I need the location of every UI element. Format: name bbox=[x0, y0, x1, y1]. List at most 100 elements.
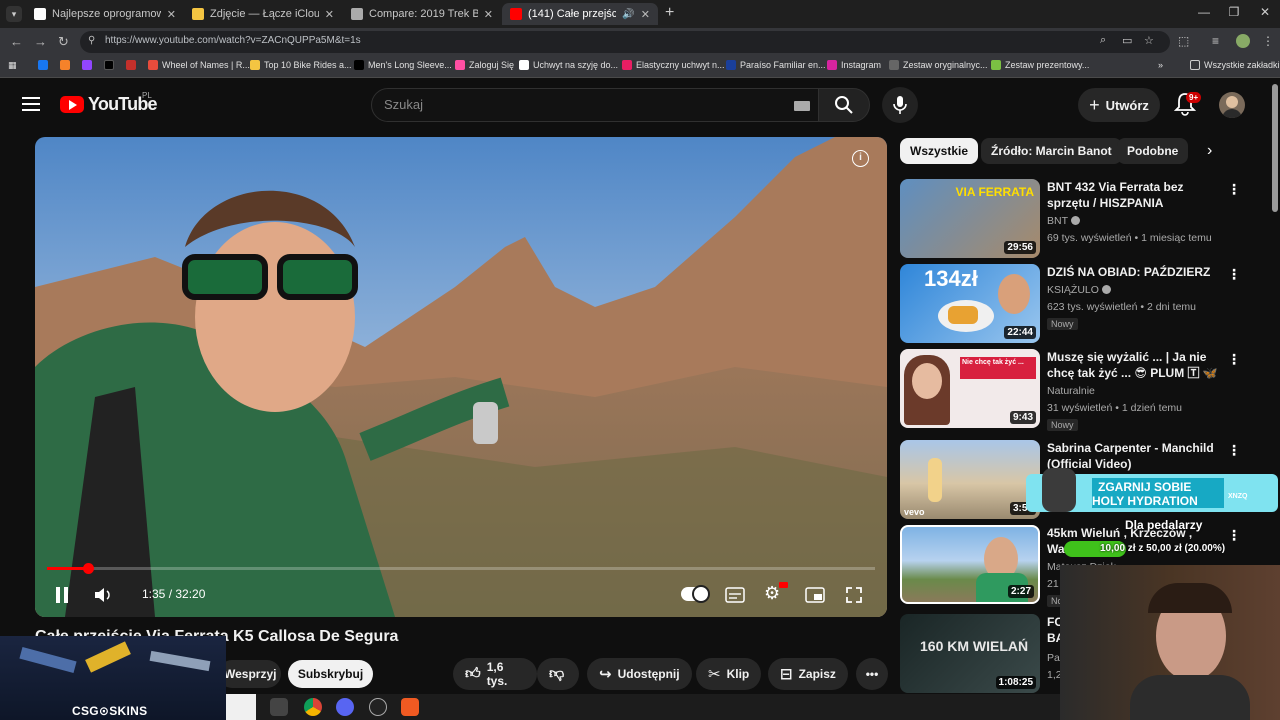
miniplayer-icon[interactable] bbox=[805, 587, 825, 603]
video-thumbnail[interactable]: 160 KM WIELAŃ 1:08:25 bbox=[900, 614, 1040, 693]
subtitles-icon[interactable] bbox=[725, 587, 745, 603]
bookmark-x-icon[interactable] bbox=[104, 60, 114, 70]
close-window-button[interactable]: ✕ bbox=[1253, 5, 1277, 19]
video-thumbnail[interactable]: Nie chcę tak żyć ... 9:43 bbox=[900, 349, 1040, 428]
more-vertical-icon[interactable]: ⋮ bbox=[1227, 351, 1241, 368]
video-thumbnail[interactable]: vevo 3:57 bbox=[900, 440, 1040, 519]
settings-gear-icon[interactable]: ⚙ bbox=[764, 583, 780, 604]
info-icon[interactable]: i bbox=[852, 150, 869, 167]
video-thumbnail[interactable]: 2:27 bbox=[900, 525, 1040, 604]
more-vertical-icon[interactable]: ⋮ bbox=[1227, 266, 1241, 283]
recommendation-item[interactable]: 134zł 22:44 DZIŚ NA OBIAD: PAŹDZIERZ KSI… bbox=[900, 264, 1245, 344]
browser-tab[interactable]: Compare: 2019 Trek Bikes Dom ✕ bbox=[343, 3, 501, 25]
recommendation-item[interactable]: Nie chcę tak żyć ... 9:43 Muszę się wyża… bbox=[900, 349, 1245, 431]
account-avatar[interactable] bbox=[1219, 92, 1245, 118]
tab-search-icon[interactable]: ▾ bbox=[6, 6, 22, 22]
chip-source[interactable]: Źródło: Marcin Banot bbox=[981, 138, 1122, 164]
bookmark-item[interactable]: Top 10 Bike Rides a... bbox=[250, 60, 352, 70]
bookmark-twitch-icon[interactable] bbox=[82, 60, 92, 70]
taskbar-app-icon[interactable] bbox=[401, 698, 419, 716]
chip-related[interactable]: Podobne bbox=[1117, 138, 1189, 164]
bookmark-item[interactable]: Zestaw prezentowy... bbox=[991, 60, 1089, 70]
voice-search-button[interactable] bbox=[882, 87, 918, 123]
tab-close-icon[interactable]: ✕ bbox=[484, 8, 493, 21]
fullscreen-icon[interactable] bbox=[846, 587, 862, 603]
chevron-right-icon[interactable]: › bbox=[1207, 142, 1212, 160]
keyboard-icon[interactable] bbox=[794, 101, 810, 111]
save-button[interactable]: ⊟ Zapisz bbox=[768, 658, 848, 690]
more-vertical-icon[interactable]: ⋮ bbox=[1227, 442, 1241, 459]
create-button[interactable]: + Utwórz bbox=[1078, 88, 1160, 122]
reload-icon[interactable]: ↻ bbox=[58, 34, 69, 50]
video-title[interactable]: Muszę się wyżalić ... | Ja nie chcę tak … bbox=[1047, 349, 1222, 381]
video-thumbnail[interactable]: VIA FERRATA 29:56 bbox=[900, 179, 1040, 258]
bookmark-item[interactable]: Zestaw oryginalnyc... bbox=[889, 60, 988, 70]
more-vertical-icon[interactable]: ⋮ bbox=[1227, 527, 1241, 544]
tab-close-icon[interactable]: ✕ bbox=[325, 8, 334, 21]
site-info-icon[interactable]: ⚲ bbox=[88, 35, 95, 46]
bookmark-icon[interactable] bbox=[126, 60, 136, 70]
video-title[interactable]: BNT 432 Via Ferrata bez sprzętu / HISZPA… bbox=[1047, 179, 1222, 211]
forward-icon[interactable]: → bbox=[34, 34, 47, 49]
bookmark-icon[interactable] bbox=[60, 60, 70, 70]
search-button[interactable] bbox=[818, 88, 870, 122]
menu-icon[interactable] bbox=[22, 97, 40, 115]
apps-icon[interactable]: ▦ bbox=[8, 60, 17, 71]
more-vertical-icon[interactable]: ⋮ bbox=[1227, 181, 1241, 198]
recommendation-item[interactable]: VIA FERRATA 29:56 BNT 432 Via Ferrata be… bbox=[900, 179, 1245, 259]
tab-close-icon[interactable]: ✕ bbox=[641, 8, 650, 21]
minimize-window-button[interactable]: — bbox=[1192, 5, 1216, 19]
bookmark-item[interactable]: Instagram bbox=[827, 60, 881, 70]
zoom-icon[interactable]: ⌕ bbox=[1100, 34, 1106, 47]
video-title[interactable]: DZIŚ NA OBIAD: PAŹDZIERZ bbox=[1047, 264, 1222, 280]
chrome-icon[interactable] bbox=[304, 698, 322, 716]
bookmark-item[interactable]: Uchwyt na szyję do... bbox=[519, 60, 618, 70]
browser-tab-active[interactable]: (141) Całe przejście Via Ferr 🔊 ✕ bbox=[502, 3, 658, 25]
autoplay-toggle[interactable] bbox=[681, 585, 710, 603]
new-tab-button[interactable]: + bbox=[665, 4, 674, 22]
browser-menu-icon[interactable]: ⋮ bbox=[1262, 34, 1274, 48]
address-bar[interactable]: ⚲ https://www.youtube.com/watch?v=ZACnQU… bbox=[80, 31, 1170, 53]
share-button[interactable]: ↪ Udostępnij bbox=[587, 658, 692, 690]
bookmarks-overflow-icon[interactable]: » bbox=[1158, 60, 1163, 70]
search-input[interactable] bbox=[384, 97, 784, 112]
clip-button[interactable]: ✂ Klip bbox=[696, 658, 762, 690]
bookmark-item[interactable]: Paraíso Familiar en... bbox=[726, 60, 826, 70]
dislike-button[interactable]: 👎︎ bbox=[537, 658, 579, 690]
bookmark-star-icon[interactable]: ☆ bbox=[1144, 34, 1154, 47]
volume-icon[interactable] bbox=[95, 587, 113, 603]
taskbar-app-icon[interactable] bbox=[270, 698, 288, 716]
channel-name[interactable]: BNT bbox=[1047, 215, 1080, 227]
bookmark-item[interactable]: Zaloguj Się bbox=[455, 60, 514, 70]
progress-bar[interactable] bbox=[47, 563, 875, 574]
bookmark-item[interactable]: Elastyczny uchwyt n... bbox=[622, 60, 725, 70]
all-bookmarks-folder[interactable]: Wszystkie zakładki bbox=[1190, 60, 1280, 70]
browser-tab[interactable]: Zdjęcie — Łącze iCloud — Zdję ✕ bbox=[184, 3, 342, 25]
tab-close-icon[interactable]: ✕ bbox=[167, 8, 176, 21]
bookmark-facebook-icon[interactable] bbox=[38, 60, 48, 70]
taskbar-app-icon[interactable] bbox=[336, 698, 354, 716]
bookmark-item[interactable]: Men's Long Sleeve... bbox=[354, 60, 452, 70]
page-scrollbar[interactable] bbox=[1272, 84, 1278, 212]
restore-window-button[interactable]: ❐ bbox=[1222, 5, 1246, 19]
bookmark-item[interactable]: Wheel of Names | R... bbox=[148, 60, 250, 70]
cast-icon[interactable]: ▭ bbox=[1122, 34, 1132, 47]
pause-icon[interactable] bbox=[55, 587, 69, 603]
support-button[interactable]: Wesprzyj bbox=[218, 660, 281, 688]
video-player[interactable]: i 1:35 / 32:20 ⚙ bbox=[35, 137, 887, 617]
back-icon[interactable]: ← bbox=[10, 34, 23, 49]
channel-name[interactable]: Naturalnie bbox=[1047, 385, 1095, 397]
media-controls-icon[interactable]: ≡ bbox=[1212, 34, 1219, 48]
channel-name[interactable]: KSIĄŻULO bbox=[1047, 284, 1111, 296]
video-thumbnail[interactable]: 134zł 22:44 bbox=[900, 264, 1040, 343]
chip-all[interactable]: Wszystkie bbox=[900, 138, 979, 164]
browser-tab[interactable]: Najlepsze oprogramowanie do ✕ bbox=[26, 3, 184, 25]
profile-avatar-icon[interactable] bbox=[1236, 34, 1250, 48]
taskbar-window-icon[interactable] bbox=[226, 694, 256, 720]
tab-audio-icon[interactable]: 🔊 bbox=[622, 9, 634, 20]
obs-icon[interactable] bbox=[369, 698, 387, 716]
extensions-icon[interactable]: ⬚ bbox=[1178, 34, 1189, 48]
more-actions-button[interactable]: ••• bbox=[856, 658, 888, 690]
like-button[interactable]: 👍︎ 1,6 tys. bbox=[453, 658, 537, 690]
scrubber-handle[interactable] bbox=[82, 563, 94, 574]
